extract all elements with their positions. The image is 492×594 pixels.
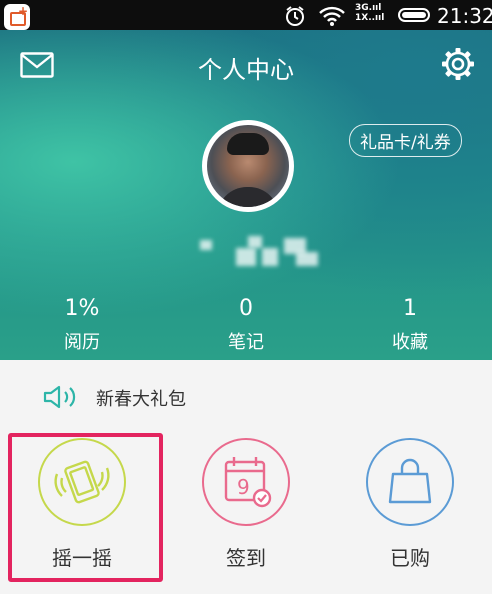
avatar-photo [207,125,289,207]
gear-icon[interactable] [440,46,476,82]
speaker-icon [43,385,76,409]
purchased-button[interactable]: 已购 [328,430,492,594]
calendar-checkin-icon: 9 [224,457,272,508]
wifi-icon [319,6,345,26]
page-title: 个人中心 [198,56,294,84]
app-icon[interactable]: + [4,4,30,30]
stat-value: 1 [403,296,417,321]
promo-banner[interactable]: 新春大礼包 [0,360,492,430]
highlight-box [8,433,163,582]
stat-notes[interactable]: 0 笔记 [164,286,328,354]
shopping-bag-icon [388,458,432,504]
stat-label: 笔记 [228,332,264,353]
stat-label: 收藏 [392,332,428,353]
calendar-day: 9 [237,475,250,499]
stats-bar: 1% 阅历 0 笔记 1 收藏 [0,286,492,360]
purchased-label: 已购 [390,546,430,570]
network-bottom: 1X..ııl [355,13,385,23]
stat-value: 1% [64,296,100,321]
stat-label: 阅历 [64,332,100,353]
stat-value: 0 [239,296,253,321]
stat-favorites[interactable]: 1 收藏 [328,286,492,354]
checkin-label: 签到 [226,546,266,570]
status-time: 21:32 [437,4,492,28]
gift-card-button[interactable]: 礼品卡/礼券 [349,124,462,157]
network-top: 3G.ııl [355,3,382,13]
battery-icon [398,8,430,22]
blurred-username [200,232,322,268]
status-bar: + 3G.ııl 1X..ııl 21:32 [0,0,492,30]
checkin-button[interactable]: 9 签到 [164,430,328,594]
stat-reading[interactable]: 1% 阅历 [0,286,164,354]
promo-text: 新春大礼包 [96,389,186,410]
avatar[interactable] [202,120,294,212]
alarm-icon [286,6,304,26]
signal-icon: 3G.ııl 1X..ııl [355,3,384,23]
